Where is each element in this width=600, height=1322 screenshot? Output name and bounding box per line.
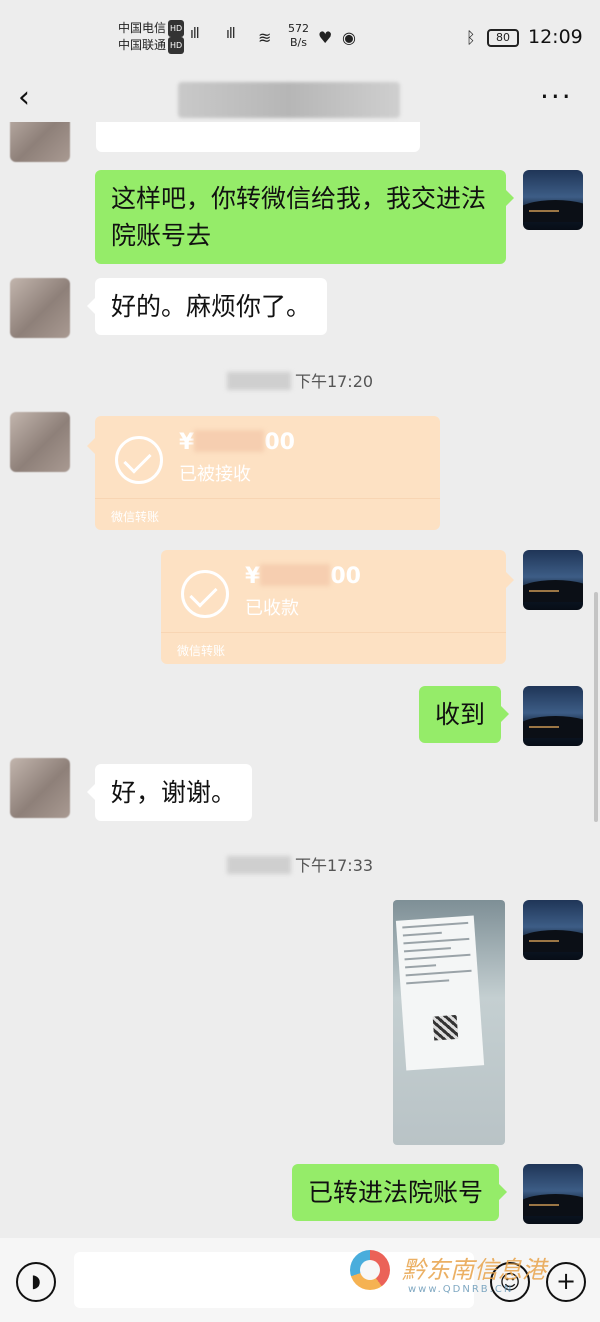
contact-avatar[interactable] [10,758,70,818]
wifi-icon: ≋ [258,28,272,47]
app-notification-icon: ◉ [342,28,356,47]
voice-input-button[interactable]: ◗ [16,1262,56,1302]
contact-avatar[interactable] [10,412,70,472]
my-avatar[interactable] [523,686,583,746]
watermark-logo-icon [350,1250,390,1290]
my-avatar[interactable] [523,900,583,960]
battery-icon: 80 [487,29,519,47]
message-bubble-received[interactable]: 好的。麻烦你了。 [86,278,328,335]
carrier-info: 中国电信 HD 中国联通 HD [118,20,185,54]
check-circle-icon [115,436,163,484]
clock: 12:09 [528,26,583,48]
transfer-status: 已被接收 [179,464,251,485]
contact-avatar[interactable] [10,278,70,338]
timestamp: 下午17:33 [0,852,600,876]
message-bubble-sent[interactable]: 收到 [419,686,510,743]
transfer-label: 微信转账 [177,644,226,658]
hd-badge: HD [168,37,185,54]
transfer-card-received[interactable]: ¥00 已被接收 微信转账 [87,416,440,530]
message-bubble-sent[interactable]: 这样吧，你转微信给我，我交进法院账号去 [95,170,514,264]
signal-icon: ıll [226,26,236,42]
watermark: 黔东南信息港 www.QDNRB.CN [350,1246,560,1306]
message-bubble-sent[interactable]: 已转进法院账号 [292,1164,508,1221]
network-speed: 572 B/s [288,22,309,49]
hd-badge: HD [168,20,185,37]
status-bar: 中国电信 HD 中国联通 HD ıll ıll ≋ 572 B/s ♥ ◉ ᛒ 80… [0,0,600,78]
message-bubble-received[interactable]: 好，谢谢。 [86,764,253,821]
qr-code-icon [432,1014,459,1041]
bluetooth-icon: ᛒ [466,28,476,47]
contact-name-redacted [178,82,400,118]
carrier-1: 中国电信 [118,21,167,35]
watermark-url: www.QDNRB.CN [408,1284,514,1295]
transfer-amount: ¥00 [245,564,361,589]
scrollbar[interactable] [594,592,598,822]
photo-message-receipt[interactable] [393,900,505,1145]
transfer-card-sent[interactable]: ¥00 已收款 微信转账 [161,550,514,664]
timestamp: 下午17:20 [0,368,600,392]
my-avatar[interactable] [523,170,583,230]
transfer-label: 微信转账 [111,510,160,524]
heart-icon: ♥ [318,28,333,47]
back-button[interactable]: ‹ [18,80,30,115]
check-circle-icon [181,570,229,618]
my-avatar[interactable] [523,550,583,610]
transfer-amount: ¥00 [179,430,295,455]
message-bubble-cutoff [96,122,420,152]
carrier-2: 中国联通 [118,38,167,52]
transfer-status: 已收款 [245,598,299,619]
chat-history[interactable]: 这样吧，你转微信给我，我交进法院账号去 好的。麻烦你了。 下午17:20 ¥00… [0,122,600,1238]
more-options-button[interactable]: ··· [540,80,573,113]
watermark-text: 黔东南信息港 [402,1256,546,1284]
receipt-image [395,915,485,1071]
contact-avatar[interactable] [10,122,70,162]
chat-header: ‹ ··· [0,78,600,122]
signal-icon: ıll [190,26,200,42]
my-avatar[interactable] [523,1164,583,1224]
